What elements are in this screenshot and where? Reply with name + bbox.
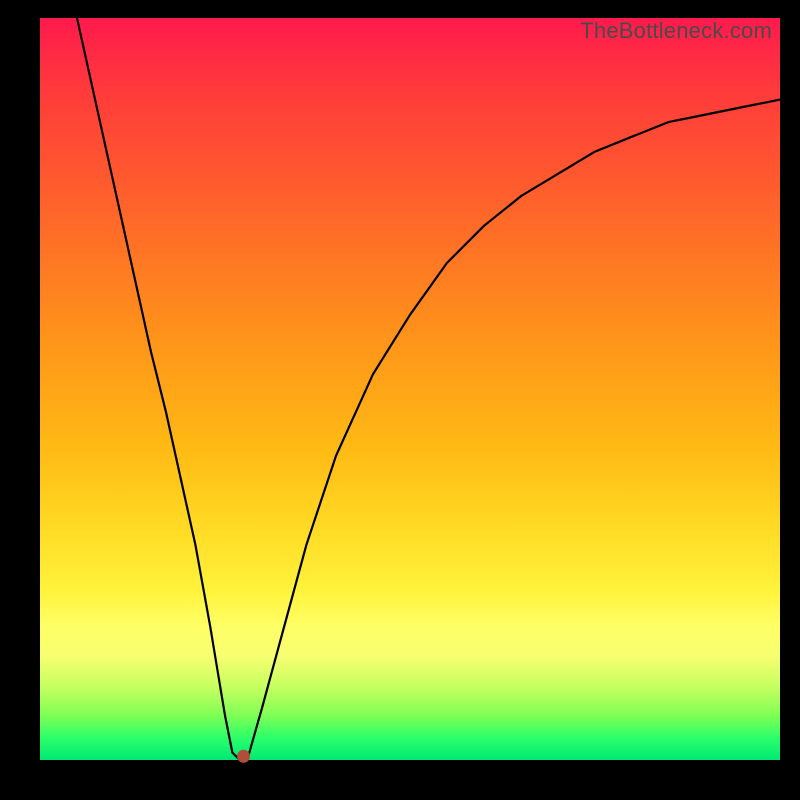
optimal-point-marker [238, 750, 250, 762]
curve-path [77, 18, 780, 760]
plot-area: TheBottleneck.com [40, 18, 780, 760]
bottleneck-curve [40, 18, 780, 760]
chart-frame: TheBottleneck.com [0, 0, 800, 800]
